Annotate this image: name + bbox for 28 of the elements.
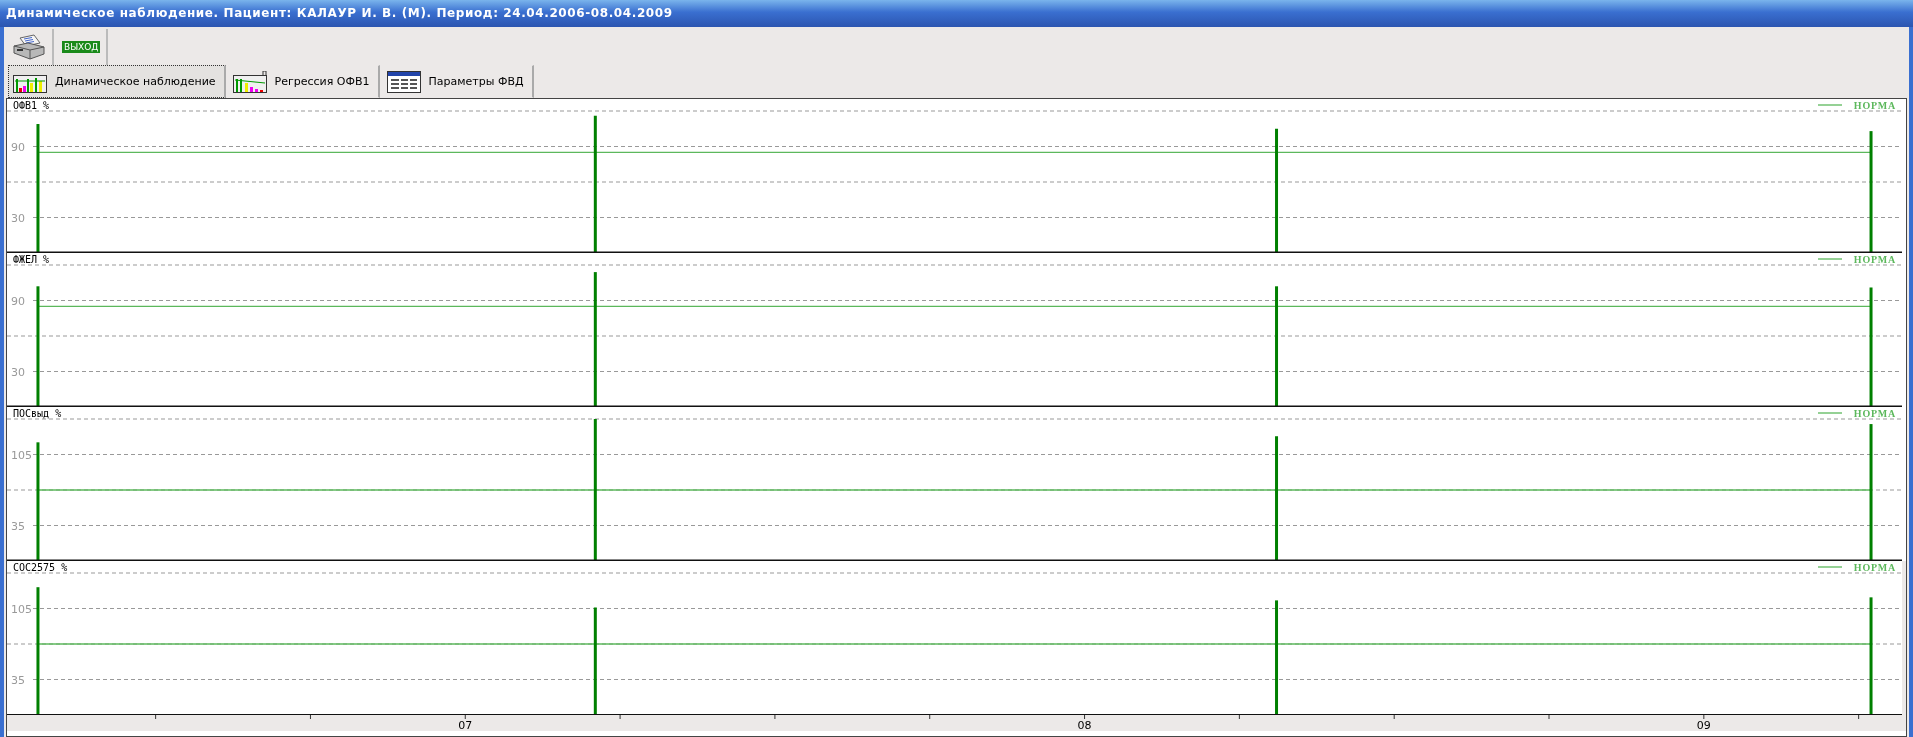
tick-label: 35 (11, 519, 25, 533)
tick-label: 07 (458, 719, 473, 731)
tick-label: 30 (11, 365, 25, 379)
tick-label: 30 (11, 211, 25, 225)
legend-label: НОРМА (1853, 562, 1896, 573)
legend-label: НОРМА (1853, 408, 1896, 419)
tick-label: 90 (11, 140, 25, 154)
bar-chart-icon (232, 70, 267, 93)
tick-label: 08 (1077, 719, 1092, 731)
legend-line (1817, 104, 1843, 106)
tick-label: 105 (11, 602, 32, 616)
legend-line (1817, 412, 1843, 414)
chart-title: СОС2575 % (13, 562, 68, 573)
chart-title: ОФВ1 % (13, 100, 50, 111)
table-icon (386, 70, 421, 93)
legend-label: НОРМА (1853, 254, 1896, 265)
tick-label: 09 (1696, 719, 1711, 731)
window-title: Динамическое наблюдение. Пациент: КАЛАУР И. В. (М). Период: 24.04.2006-08.04.2009 (0, 0, 1913, 27)
printer-icon (12, 34, 46, 60)
legend-line (1817, 258, 1843, 260)
chart-title: ФЖЕЛ % (13, 254, 50, 265)
tab[interactable]: Динамическое наблюдение (8, 65, 226, 98)
tick-label: 90 (11, 294, 25, 308)
tick-label: 35 (11, 673, 25, 687)
chart-title: ПОСвыд % (13, 408, 62, 419)
legend-line (1817, 566, 1843, 568)
legend-label: НОРМА (1853, 100, 1896, 111)
tick-label: 105 (11, 448, 32, 462)
